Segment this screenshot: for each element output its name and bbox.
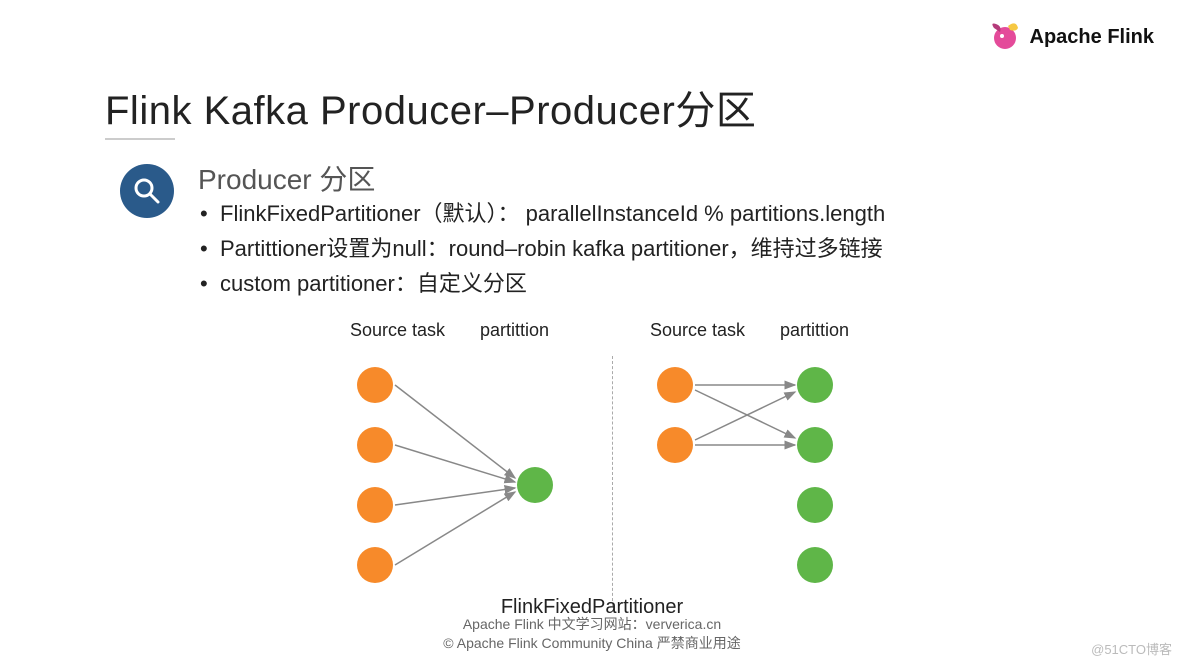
bullet-list: FlinkFixedPartitioner（默认）： parallelInsta… [198,196,885,302]
right-partition-label: partittion [780,320,849,341]
left-source-label: Source task [350,320,445,341]
bullet-item: FlinkFixedPartitioner（默认）： parallelInsta… [198,196,885,231]
left-partition-label: partittion [480,320,549,341]
footer-line1: Apache Flink 中文学习网站：ververica.cn [0,615,1184,635]
logo-text: Apache Flink [1030,26,1154,49]
page-title: Flink Kafka Producer–Producer分区 [105,78,756,136]
partition-diagram: Source task partittion Source task parti… [320,320,900,615]
apache-flink-logo: Apache Flink [988,18,1154,57]
section-heading: Producer 分区 [198,158,375,198]
left-panel-svg [320,350,600,620]
watermark: @51CTO博客 [1091,639,1172,658]
footer: Apache Flink 中文学习网站：ververica.cn © Apach… [0,615,1184,654]
title-underline [105,138,175,140]
right-source-label: Source task [650,320,745,341]
vertical-divider [612,356,613,606]
bullet-item: Partittioner设置为null：round–robin kafka pa… [198,231,885,266]
squirrel-icon [988,18,1022,57]
footer-line2: © Apache Flink Community China 严禁商业用途 [0,634,1184,654]
bullet-item: custom partitioner：自定义分区 [198,266,885,301]
magnifier-icon [120,164,174,218]
right-panel-svg [620,350,900,620]
